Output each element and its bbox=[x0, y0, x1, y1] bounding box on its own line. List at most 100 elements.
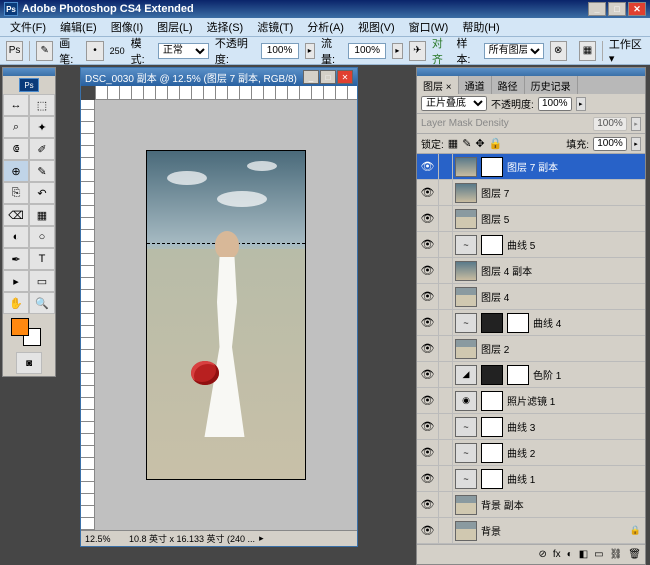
layer-name[interactable]: 背景 副本 bbox=[479, 497, 645, 512]
visibility-icon[interactable]: 👁 bbox=[417, 180, 439, 206]
ruler-vertical[interactable] bbox=[81, 100, 95, 530]
lock-pixels-icon[interactable]: ✎ bbox=[462, 137, 471, 150]
zoom-level[interactable]: 12.5% bbox=[85, 534, 125, 544]
layer-row[interactable]: 👁~曲线 5 bbox=[417, 232, 645, 258]
menu-f[interactable]: 文件(F) bbox=[4, 17, 52, 37]
layer-thumbnail[interactable]: ◢ bbox=[455, 365, 477, 385]
visibility-icon[interactable]: 👁 bbox=[417, 388, 439, 414]
layer-row[interactable]: 👁~曲线 1 bbox=[417, 466, 645, 492]
ignore-adj-icon[interactable]: ⊗ bbox=[550, 41, 567, 61]
doc-maximize-button[interactable]: □ bbox=[320, 70, 336, 84]
layer-row[interactable]: 👁◉照片滤镜 1 bbox=[417, 388, 645, 414]
tool-preset-icon[interactable]: ✎ bbox=[36, 41, 53, 61]
type-tool[interactable]: T bbox=[29, 248, 55, 270]
blur-tool[interactable]: ◐ bbox=[3, 226, 29, 248]
layer-name[interactable]: 图层 7 副本 bbox=[505, 159, 645, 174]
link-cell[interactable] bbox=[439, 362, 453, 388]
opacity-arrow[interactable]: ▸ bbox=[305, 43, 315, 59]
layer-opacity-input[interactable] bbox=[538, 97, 572, 111]
layer-mask-thumbnail[interactable] bbox=[481, 235, 503, 255]
visibility-icon[interactable]: 👁 bbox=[417, 336, 439, 362]
layer-opacity-arrow[interactable]: ▸ bbox=[576, 97, 586, 111]
magic-wand-tool[interactable]: ✦ bbox=[29, 116, 55, 138]
airbrush-icon[interactable]: ✈ bbox=[409, 41, 426, 61]
layer-row[interactable]: 👁 ~ 曲线 4 bbox=[417, 310, 645, 336]
layer-name[interactable]: 背景 bbox=[479, 523, 630, 538]
visibility-icon[interactable]: 👁 bbox=[417, 258, 439, 284]
layer-mask-thumbnail[interactable] bbox=[507, 313, 529, 333]
layer-thumbnail[interactable] bbox=[455, 261, 477, 281]
link-cell[interactable] bbox=[439, 284, 453, 310]
doc-close-button[interactable]: ✕ bbox=[337, 70, 353, 84]
close-button[interactable]: ✕ bbox=[628, 2, 646, 16]
layer-name[interactable]: 曲线 3 bbox=[505, 419, 645, 434]
ps-home-icon[interactable]: Ps bbox=[6, 41, 23, 61]
document-titlebar[interactable]: DSC_0030 副本 @ 12.5% (图层 7 副本, RGB/8) _ □… bbox=[81, 68, 357, 86]
visibility-icon[interactable]: 👁 bbox=[417, 232, 439, 258]
flow-arrow[interactable]: ▸ bbox=[392, 43, 402, 59]
brush-preview[interactable]: • bbox=[86, 41, 103, 61]
layer-thumbnail[interactable]: ~ bbox=[455, 443, 477, 463]
layer-mask-thumbnail[interactable] bbox=[481, 365, 503, 385]
layer-name[interactable]: 曲线 4 bbox=[531, 315, 645, 330]
visibility-icon[interactable]: 👁 bbox=[417, 284, 439, 310]
layer-name[interactable]: 图层 5 bbox=[479, 211, 645, 226]
layer-row[interactable]: 👁图层 4 bbox=[417, 284, 645, 310]
panel-header[interactable] bbox=[417, 68, 645, 76]
opacity-input[interactable] bbox=[261, 43, 299, 59]
toolbox-header[interactable] bbox=[3, 68, 55, 76]
align-label[interactable]: 对齐 bbox=[432, 35, 451, 67]
visibility-icon[interactable]: 👁 bbox=[417, 492, 439, 518]
link-cell[interactable] bbox=[439, 232, 453, 258]
lasso-tool[interactable]: ⌕ bbox=[3, 116, 29, 138]
menu-t[interactable]: 滤镜(T) bbox=[251, 17, 299, 37]
layer-mask-thumbnail[interactable] bbox=[481, 469, 503, 489]
link-cell[interactable] bbox=[439, 466, 453, 492]
panel-tab-2[interactable]: 路径 bbox=[492, 76, 525, 94]
panel-tab-1[interactable]: 通道 bbox=[459, 76, 492, 94]
layer-mask-thumbnail[interactable] bbox=[481, 391, 503, 411]
link-cell[interactable] bbox=[439, 206, 453, 232]
layer-thumbnail[interactable]: ~ bbox=[455, 417, 477, 437]
layer-mask-thumbnail[interactable] bbox=[481, 157, 503, 177]
fill-arrow[interactable]: ▸ bbox=[631, 137, 641, 151]
fill-input[interactable] bbox=[593, 137, 627, 151]
layer-thumbnail[interactable] bbox=[455, 495, 477, 515]
visibility-icon[interactable]: 👁 bbox=[417, 154, 439, 180]
layer-row[interactable]: 👁图层 7 bbox=[417, 180, 645, 206]
maximize-button[interactable]: □ bbox=[608, 2, 626, 16]
layer-thumbnail[interactable]: ~ bbox=[455, 313, 477, 333]
layer-name[interactable]: 图层 4 副本 bbox=[479, 263, 645, 278]
visibility-icon[interactable]: 👁 bbox=[417, 310, 439, 336]
layer-thumbnail[interactable]: ◉ bbox=[455, 391, 477, 411]
link-cell[interactable] bbox=[439, 440, 453, 466]
history-brush-tool[interactable]: ↶ bbox=[29, 182, 55, 204]
rectangle-tool[interactable]: ▭ bbox=[29, 270, 55, 292]
minimize-button[interactable]: _ bbox=[588, 2, 606, 16]
menu-l[interactable]: 图层(L) bbox=[151, 17, 198, 37]
layer-row[interactable]: 👁 背景 副本 bbox=[417, 492, 645, 518]
layer-row[interactable]: 👁~曲线 3 bbox=[417, 414, 645, 440]
eyedropper-tool[interactable]: ✐ bbox=[29, 138, 55, 160]
visibility-icon[interactable]: 👁 bbox=[417, 206, 439, 232]
layer-thumbnail[interactable]: ~ bbox=[455, 469, 477, 489]
layer-row[interactable]: 👁◢色阶 1 bbox=[417, 362, 645, 388]
link-cell[interactable] bbox=[439, 492, 453, 518]
visibility-icon[interactable]: 👁 bbox=[417, 440, 439, 466]
dodge-tool[interactable]: ○ bbox=[29, 226, 55, 248]
layer-row[interactable]: 👁 图层 2 bbox=[417, 336, 645, 362]
link-cell[interactable] bbox=[439, 154, 453, 180]
layer-row[interactable]: 👁 图层 4 副本 bbox=[417, 258, 645, 284]
hand-tool[interactable]: ✋ bbox=[3, 292, 29, 314]
layer-name[interactable]: 曲线 1 bbox=[505, 471, 645, 486]
link-cell[interactable] bbox=[439, 258, 453, 284]
link-cell[interactable] bbox=[439, 336, 453, 362]
layer-name[interactable]: 图层 2 bbox=[479, 341, 645, 356]
link-cell[interactable] bbox=[439, 310, 453, 336]
layer-name[interactable]: 色阶 1 bbox=[531, 367, 645, 382]
clone-stamp-tool[interactable]: ⎘ bbox=[3, 182, 29, 204]
healing-brush-tool[interactable]: ⊕ bbox=[3, 160, 29, 182]
layer-thumbnail[interactable] bbox=[455, 183, 477, 203]
lock-transparency-icon[interactable]: ▦ bbox=[448, 137, 458, 150]
layer-name[interactable]: 曲线 2 bbox=[505, 445, 645, 460]
